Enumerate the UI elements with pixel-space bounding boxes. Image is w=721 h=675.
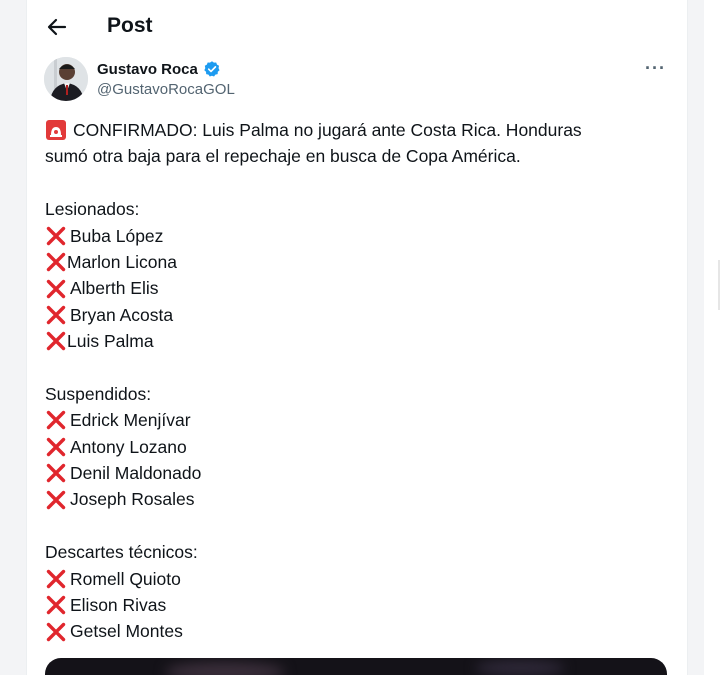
cross-mark-icon: [46, 569, 66, 589]
verified-badge-icon: [204, 61, 220, 77]
player-item: Antony Lozano: [45, 434, 665, 460]
post-panel: Post Gustavo Roca @GustavoRocaGOL ··· CO…: [26, 0, 688, 675]
section-heading: Descartes técnicos:: [45, 542, 198, 563]
intro-text-line-1: CONFIRMADO: Luis Palma no jugará ante Co…: [73, 120, 582, 140]
player-item: Bryan Acosta: [45, 302, 665, 328]
cross-mark-icon: [46, 464, 66, 483]
author-name[interactable]: Gustavo Roca: [97, 61, 198, 78]
cross-mark-icon: [46, 279, 66, 298]
player-item: Denil Maldonado: [45, 460, 665, 486]
player-name: Marlon Licona: [67, 251, 177, 272]
cross-mark-icon: [46, 490, 66, 509]
player-item: Getsel Montes: [45, 618, 665, 644]
cross-mark-icon: [46, 596, 66, 615]
section-heading: Suspendidos:: [45, 383, 152, 404]
player-item: Edrick Menjívar: [45, 407, 665, 433]
player-item: Elison Rivas: [45, 592, 665, 618]
player-name: Edrick Menjívar: [70, 410, 191, 431]
player-name: Romell Quioto: [70, 568, 181, 589]
player-name: Antony Lozano: [70, 436, 187, 457]
more-options-button[interactable]: ···: [645, 58, 666, 79]
cross-mark-icon: [46, 411, 66, 430]
cross-mark-icon: [46, 332, 66, 351]
player-name: Denil Maldonado: [70, 463, 202, 484]
post-intro-line: CONFIRMADO: Luis Palma no jugará ante Co…: [45, 117, 665, 143]
post-intro-line: sumó otra baja para el repechaje en busc…: [45, 143, 665, 169]
player-sections: Lesionados: Buba López Marlon Licona Albert…: [45, 170, 665, 645]
intro-text-line-2: sumó otra baja para el repechaje en busc…: [45, 146, 521, 167]
player-name: Alberth Elis: [70, 278, 159, 299]
player-name: Getsel Montes: [70, 621, 183, 642]
cross-mark-icon: [46, 252, 66, 272]
media-highlight: [165, 662, 285, 675]
player-item: Romell Quioto: [45, 566, 665, 592]
cross-mark-icon: [46, 622, 66, 641]
media-highlight: [475, 660, 565, 675]
cross-mark-icon: [46, 437, 66, 457]
player-item: Marlon Licona: [45, 249, 665, 275]
adjacent-column: [704, 0, 721, 675]
section-heading: Lesionados:: [45, 199, 140, 220]
player-item: Luis Palma: [45, 328, 665, 354]
arrow-left-icon: [47, 18, 67, 36]
avatar[interactable]: [44, 57, 88, 101]
player-item: Alberth Elis: [45, 275, 665, 301]
attached-media[interactable]: [45, 658, 667, 675]
player-item: Buba López: [45, 223, 665, 249]
player-name: Buba López: [70, 225, 164, 246]
cross-mark-icon: [46, 305, 66, 325]
back-button[interactable]: [41, 12, 73, 42]
post-header: Post: [27, 0, 687, 52]
author-handle[interactable]: @GustavoRocaGOL: [97, 81, 235, 98]
post-text: CONFIRMADO: Luis Palma no jugará ante Co…: [45, 117, 665, 645]
page-title: Post: [107, 14, 153, 37]
cross-mark-icon: [46, 226, 66, 245]
divider: [718, 260, 720, 310]
rotating-light-icon: [46, 120, 66, 141]
player-name: Elison Rivas: [70, 595, 167, 616]
player-name: Luis Palma: [67, 331, 154, 352]
player-name: Bryan Acosta: [70, 304, 174, 325]
player-item: Joseph Rosales: [45, 486, 665, 512]
player-name: Joseph Rosales: [70, 489, 195, 510]
author-name-row: Gustavo Roca: [97, 60, 221, 78]
avatar-photo: [44, 57, 88, 101]
